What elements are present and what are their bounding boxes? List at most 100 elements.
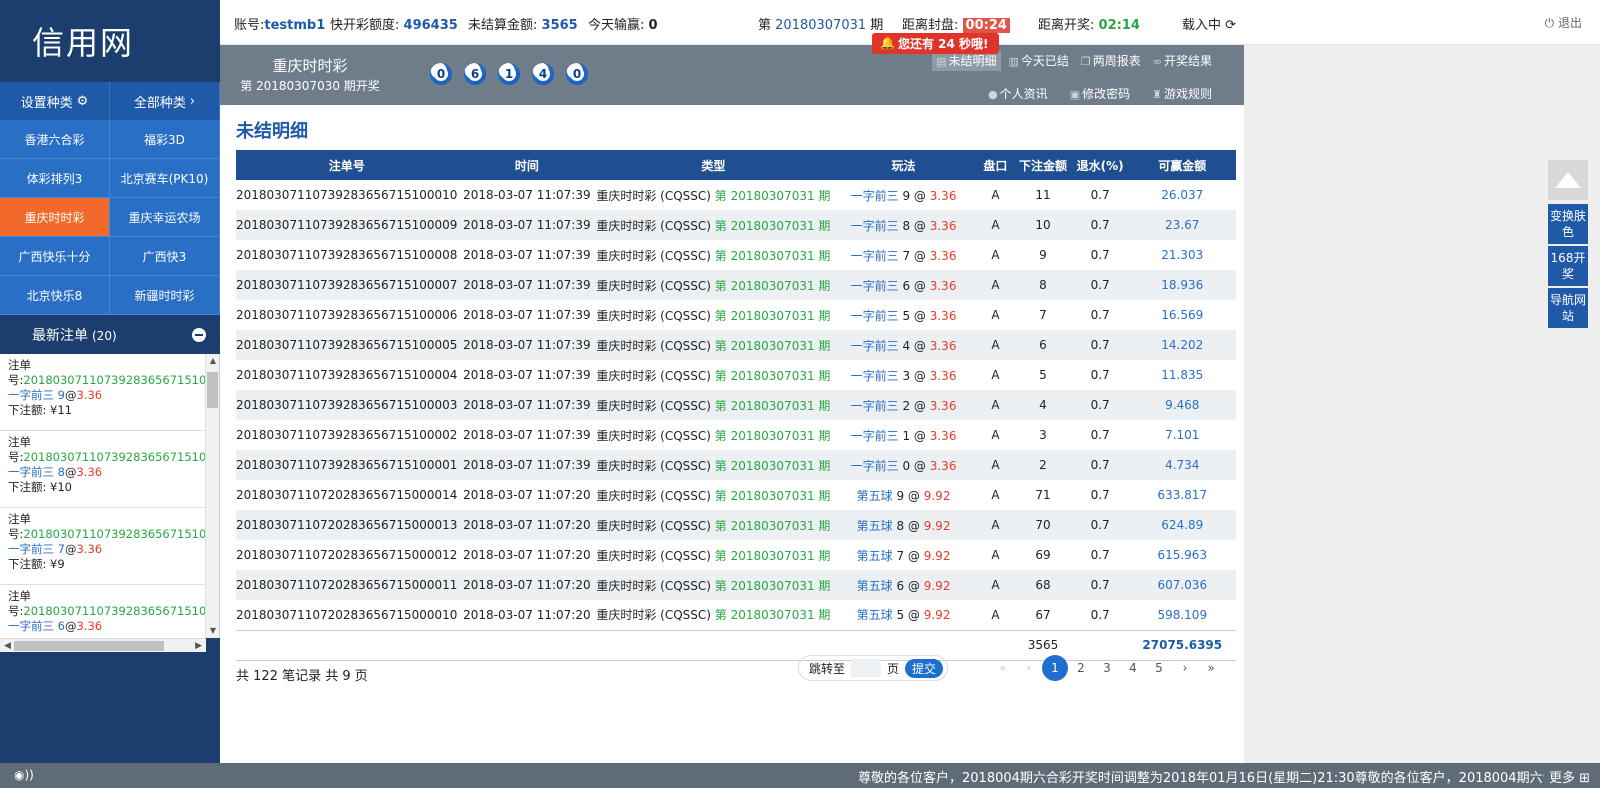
lottery-type-6[interactable]: 广西快乐十分 [0, 237, 110, 276]
vertical-scrollbar[interactable]: ▲ ▼ [205, 354, 219, 638]
more-button[interactable]: 更多 ⊞ [1549, 767, 1590, 786]
bet-no-cell: 20180307110739283656715100008 [236, 248, 458, 262]
bet-odds: 3.36 [76, 465, 103, 479]
result-ball: 4 [532, 63, 554, 85]
nav-two-week-report-label: 两周报表 [1092, 54, 1141, 68]
type-name: 重庆时时彩 (CQSSC) [596, 458, 711, 473]
loading-status[interactable]: 载入中 ⟳ [1182, 14, 1236, 33]
scroll-down-icon[interactable]: ▼ [206, 624, 219, 638]
page-button[interactable]: 2 [1068, 655, 1094, 681]
type-name: 重庆时时彩 (CQSSC) [596, 218, 711, 233]
back-to-top-button[interactable] [1548, 160, 1588, 200]
bet-no-line: 号:2018030711073928365671510 [8, 604, 206, 619]
page-button[interactable]: 1 [1042, 655, 1068, 681]
at-sign: @ [910, 308, 930, 323]
scroll-up-icon[interactable]: ▲ [206, 354, 219, 368]
column-header[interactable]: 下注金额 [1014, 150, 1072, 180]
next-page-button[interactable]: › [1172, 655, 1198, 681]
nav-change-password[interactable]: ▣ 修改密码 [1066, 83, 1134, 104]
refresh-icon[interactable]: ⟳ [1225, 18, 1236, 33]
at-sign: @ [910, 428, 930, 443]
nav-two-week-report[interactable]: ❐ 两周报表 [1077, 50, 1145, 71]
latest-bet-item[interactable]: 注单 号:2018030711073928365671510 一字前三 6@3.36 [0, 585, 206, 638]
lottery-type-4[interactable]: 重庆时时彩 [0, 198, 110, 237]
table-row: 20180307110739283656715100010 2018-03-07 … [236, 180, 1236, 210]
lottery-type-0[interactable]: 香港六合彩 [0, 120, 110, 159]
logout-button[interactable]: ⏻ 退出 [1545, 14, 1582, 31]
lottery-type-7[interactable]: 广西快3 [110, 237, 220, 276]
type-cell: 重庆时时彩 (CQSSC) 第 20180307031 期 [596, 510, 831, 540]
type-issue: 第 20180307031 期 [714, 458, 831, 473]
all-types-label: 全部种类 [133, 95, 186, 111]
play-number: 7 [902, 248, 911, 263]
rebate-cell: 0.7 [1071, 450, 1129, 480]
type-name: 重庆时时彩 (CQSSC) [596, 188, 711, 203]
type-name: 重庆时时彩 (CQSSC) [596, 398, 711, 413]
168-results-button[interactable]: 168开奖 [1548, 246, 1588, 286]
lottery-type-3[interactable]: 北京赛车(PK10) [110, 159, 220, 198]
type-name: 重庆时时彩 (CQSSC) [596, 578, 711, 593]
result-balls: 0 6 1 4 0 [430, 63, 588, 85]
scroll-right-icon[interactable]: ▶ [195, 639, 202, 653]
amount-cell: 68 [1014, 570, 1072, 600]
column-header[interactable]: 退水(%) [1071, 150, 1129, 180]
amount-cell: 11 [1035, 188, 1051, 202]
chevron-right-icon: › [189, 93, 196, 109]
column-header[interactable]: 类型 [596, 150, 831, 180]
latest-bet-item[interactable]: 注单 号:2018030711073928365671510 一字前三 7@3.36… [0, 508, 206, 585]
play-odds: 3.36 [929, 458, 957, 473]
column-header[interactable]: 注单号 [236, 150, 458, 180]
column-header[interactable]: 可赢金额 [1128, 150, 1236, 180]
lottery-type-2[interactable]: 体彩排列3 [0, 159, 110, 198]
bet-no: 2018030711073928365671510 [23, 527, 206, 541]
nav-site-button[interactable]: 导航网站 [1548, 288, 1588, 328]
submit-button[interactable]: 提交 [905, 658, 944, 678]
scroll-left-icon[interactable]: ◀ [4, 639, 11, 653]
type-cell: 重庆时时彩 (CQSSC) 第 20180307031 期 [596, 240, 830, 270]
bet-no: 2018030711073928365671510 [23, 450, 206, 464]
lottery-type-9[interactable]: 新疆时时彩 [110, 276, 220, 315]
power-icon: ⏻ [1544, 16, 1555, 30]
latest-bet-item[interactable]: 注单 号:2018030711073928365671510 一字前三 8@3.36… [0, 431, 206, 508]
type-name: 重庆时时彩 (CQSSC) [596, 518, 711, 533]
hscrollbar-thumb[interactable] [14, 641, 164, 651]
rebate-cell: 0.7 [1090, 607, 1110, 622]
lottery-type-5[interactable]: 重庆幸运农场 [110, 198, 220, 237]
change-skin-button[interactable]: 变换肤色 [1548, 204, 1588, 244]
lottery-type-8[interactable]: 北京快乐8 [0, 276, 110, 315]
announcement-marquee[interactable]: 尊敬的各位客户，2018004期六合彩开奖时间调整为2018年01月16日(星期… [858, 767, 1544, 786]
table-row: 20180307110739283656715100005 2018-03-07 … [236, 330, 1236, 360]
horizontal-scrollbar[interactable]: ◀ ▶ [0, 638, 206, 652]
first-page-button[interactable]: « [990, 655, 1016, 681]
latest-bet-item[interactable]: 注单 号:2018030711073928365671510 一字前三 9@3.36… [0, 354, 206, 431]
bet-label: 注单 [8, 358, 31, 372]
time-cell: 2018-03-07 11:07:39 [463, 428, 591, 442]
nav-profile-label: 个人资讯 [999, 87, 1048, 101]
scrollbar-thumb[interactable] [207, 372, 218, 408]
nav-results[interactable]: ∞ 开奖结果 [1149, 50, 1216, 71]
win-cell: 9.468 [1128, 390, 1236, 420]
nav-today-settled[interactable]: ▥ 今天已结 [1005, 50, 1073, 71]
lottery-header: 重庆时时彩 第 20180307030 期开奖 0 6 1 4 0 ▤ 未结明细 ▥ 今天已… [220, 45, 1244, 105]
bet-no-line: 号:2018030711073928365671510 [8, 527, 206, 542]
jump-page-input[interactable] [851, 659, 882, 677]
column-header[interactable]: 玩法 [830, 150, 977, 180]
all-types-button[interactable]: 全部种类 › [110, 82, 220, 120]
prev-page-button[interactable]: ‹ [1016, 655, 1042, 681]
page-title: 未结明细 [236, 121, 308, 142]
page-button[interactable]: 5 [1146, 655, 1172, 681]
table-row: 20180307110739283656715100008 2018-03-07 … [236, 240, 1236, 270]
at-sign: @ [904, 488, 924, 503]
settings-types-button[interactable]: 设置种类 ⚙ [0, 82, 110, 120]
lottery-type-1[interactable]: 福彩3D [110, 120, 220, 159]
column-header[interactable]: 盘口 [976, 150, 1015, 180]
page-button[interactable]: 3 [1094, 655, 1120, 681]
page-button[interactable]: 4 [1120, 655, 1146, 681]
column-header[interactable]: 时间 [457, 150, 597, 180]
play-name: 第五球 [856, 578, 893, 593]
collapse-icon[interactable] [192, 328, 206, 342]
last-page-button[interactable]: » [1198, 655, 1224, 681]
nav-game-rules[interactable]: ♜ 游戏规则 [1148, 83, 1216, 104]
nav-profile[interactable]: ● 个人资讯 [984, 83, 1052, 104]
at-sign: @ [64, 619, 77, 633]
